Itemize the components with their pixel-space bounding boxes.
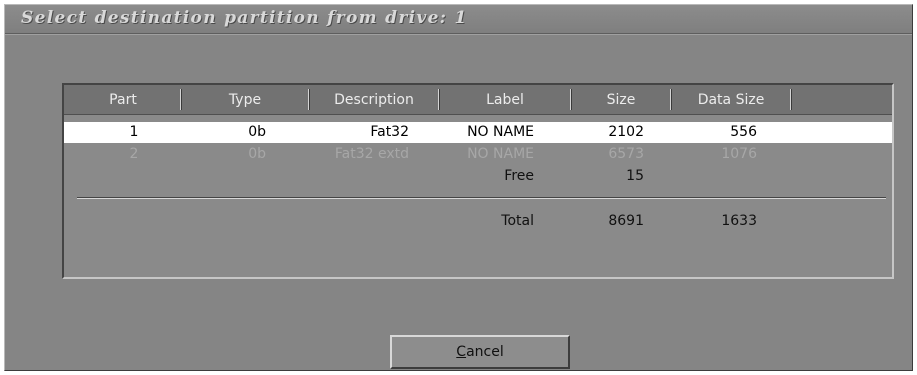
total-divider: [77, 197, 886, 199]
cancel-label: ancel: [466, 344, 504, 360]
table-header: Part Type Description Label Size Data Si…: [64, 85, 892, 115]
free-space-row: Free 15: [64, 166, 892, 187]
data-size-cell: 556: [730, 124, 757, 140]
partition-row-2: 2 0b Fat32 extd NO NAME 6573 1076: [64, 144, 892, 165]
size-cell: 2102: [608, 124, 644, 140]
column-header-type[interactable]: Type: [182, 90, 308, 110]
total-size: 8691: [608, 213, 644, 229]
dialog-title-bar: Select destination partition from drive:…: [5, 5, 912, 33]
column-header-label[interactable]: Label: [440, 90, 570, 110]
type-cell: 0b: [248, 124, 266, 140]
total-data-size: 1633: [721, 213, 757, 229]
type-cell: 0b: [248, 146, 266, 162]
column-header-part[interactable]: Part: [68, 90, 178, 110]
label-cell: NO NAME: [467, 124, 534, 140]
size-cell: 6573: [608, 146, 644, 162]
part-cell: 2: [129, 146, 139, 162]
title-divider: [5, 33, 912, 35]
free-label: Free: [504, 168, 534, 184]
partition-row-1[interactable]: 1 0b Fat32 NO NAME 2102 556: [64, 122, 892, 143]
dialog-title: Select destination partition from drive:…: [21, 8, 468, 28]
cancel-button[interactable]: Cancel: [390, 335, 570, 369]
description-cell: Fat32: [370, 124, 409, 140]
description-cell: Fat32 extd: [334, 146, 409, 162]
column-header-size[interactable]: Size: [572, 90, 670, 110]
partition-table: Part Type Description Label Size Data Si…: [62, 83, 894, 279]
label-cell: NO NAME: [467, 146, 534, 162]
cancel-mnemonic: C: [456, 344, 467, 360]
total-label: Total: [501, 213, 534, 229]
column-separator: [790, 89, 792, 110]
total-row: Total 8691 1633: [64, 211, 892, 232]
select-partition-dialog: Select destination partition from drive:…: [4, 4, 913, 371]
free-size: 15: [626, 168, 644, 184]
data-size-cell: 1076: [721, 146, 757, 162]
part-cell: 1: [129, 124, 139, 140]
column-header-description[interactable]: Description: [310, 90, 438, 110]
column-header-data-size[interactable]: Data Size: [672, 90, 790, 110]
